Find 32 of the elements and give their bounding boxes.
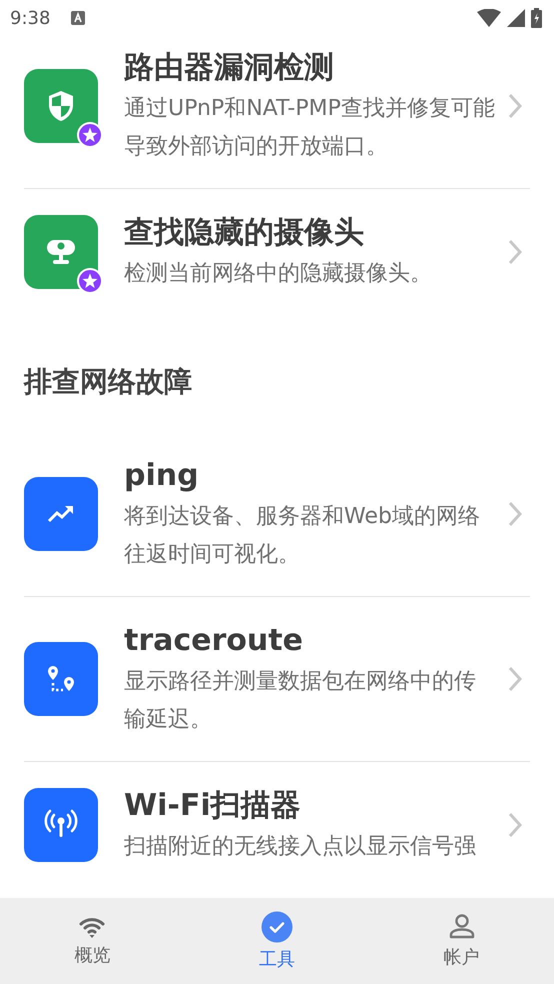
tool-description: 扫描附近的无线接入点以显示信号强 (124, 833, 477, 861)
section-heading: 排查网络故障 (22, 364, 193, 400)
tool-description: 显示路径并测量数据包在网络中的传输延迟。 (124, 668, 477, 734)
wifi-signal-icon (477, 9, 501, 27)
tool-description: 通过UPnP和NAT-PMP查找并修复可能导致外部访问的开放端口。 (124, 95, 496, 161)
tool-list-item[interactable]: Wi-Fi扫描器 扫描附近的无线接入点以显示信号强 (24, 762, 530, 888)
chevron-right-icon (508, 666, 522, 692)
tool-list-item[interactable]: traceroute 显示路径并测量数据包在网络中的传输延迟。 (24, 597, 530, 762)
notification-icon (70, 10, 86, 26)
chevron-right-icon (508, 239, 522, 265)
tool-list-item[interactable]: 查找隐藏的摄像头 检测当前网络中的隐藏摄像头。 (24, 189, 530, 315)
chevron-right-icon (508, 93, 522, 119)
battery-icon (531, 8, 542, 28)
nav-tab[interactable]: 帐户 (402, 913, 522, 969)
tool-title: 路由器漏洞检测 (124, 49, 335, 87)
tool-title: Wi-Fi扫描器 (124, 787, 302, 825)
nav-tab[interactable]: 工具 (216, 911, 337, 971)
tool-title: ping (124, 457, 200, 495)
tool-title: traceroute (124, 622, 304, 660)
chevron-right-icon (508, 812, 522, 838)
tool-description: 检测当前网络中的隐藏摄像头。 (124, 260, 433, 288)
chevron-right-icon (508, 501, 522, 527)
cell-signal-icon (507, 9, 525, 27)
person-icon (448, 913, 476, 941)
status-time: 9:38 (10, 8, 50, 28)
check-circle-icon (260, 911, 293, 943)
tool-list-item[interactable]: 路由器漏洞检测 通过UPnP和NAT-PMP查找并修复可能导致外部访问的开放端口。 (24, 36, 530, 189)
tool-description: 将到达设备、服务器和Web域的网络往返时间可视化。 (124, 503, 481, 569)
wifi-icon (78, 915, 106, 939)
nav-tab[interactable]: 概览 (32, 915, 152, 967)
tool-title: 查找隐藏的摄像头 (124, 214, 365, 252)
tool-list-item[interactable]: ping 将到达设备、服务器和Web域的网络往返时间可视化。 (24, 432, 530, 597)
